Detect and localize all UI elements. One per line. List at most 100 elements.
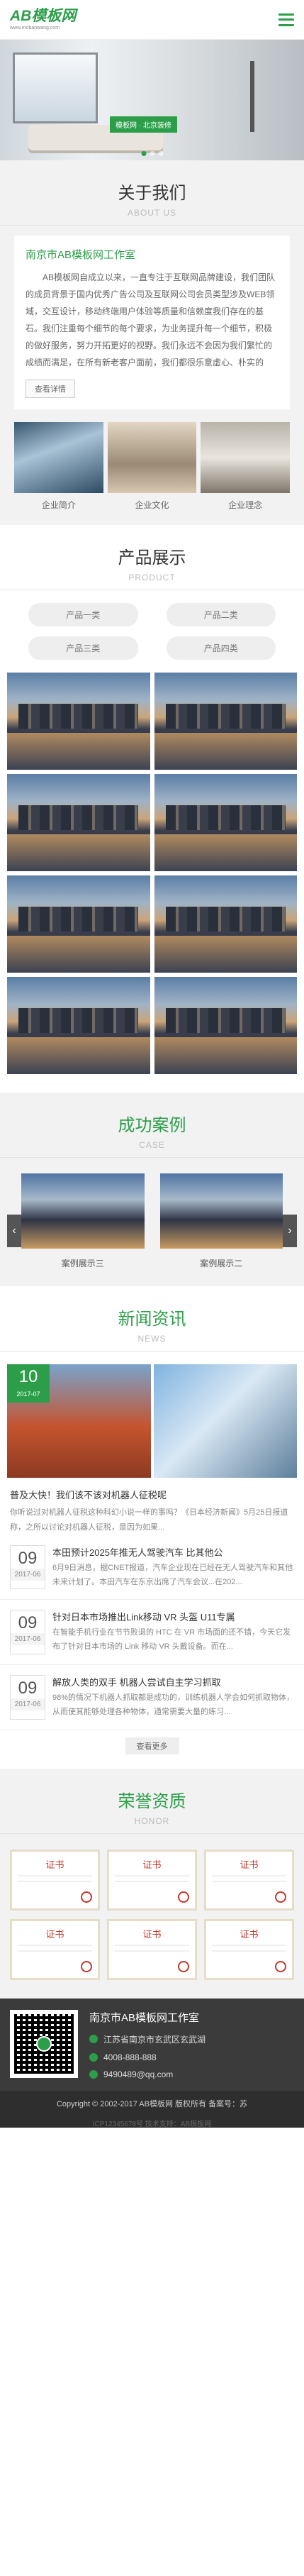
banner[interactable]: 模板网 · 北京装修 [0, 40, 304, 160]
case-item[interactable]: 案例展示二 [159, 1173, 283, 1269]
case-label: 案例展示三 [61, 1259, 104, 1268]
product-image[interactable] [7, 875, 150, 973]
certificate-image[interactable]: 证书 [10, 1918, 100, 1980]
news-month: 2017-06 [11, 1568, 45, 1581]
certificate-image[interactable]: 证书 [204, 1849, 294, 1911]
footer-email[interactable]: 9490489@qq.com [89, 2069, 294, 2079]
certificate-image[interactable]: 证书 [10, 1849, 100, 1911]
category-button[interactable]: 产品四类 [166, 636, 276, 660]
about-section: 关于我们 ABOUT US 南京市AB模板网工作室 AB模板网自成立以来，一直专… [0, 160, 304, 525]
about-subtitle: ABOUT US [127, 208, 177, 218]
menu-icon[interactable] [278, 13, 294, 26]
featured-news-image[interactable]: 10 2017-07 [7, 1364, 297, 1478]
more-news: 查看更多 [0, 1737, 304, 1754]
footer-info: 南京市AB模板网工作室 江苏省南京市玄武区玄武湖 4008-888-888 94… [89, 2010, 294, 2079]
news-heading: 新闻资讯 NEWS [0, 1286, 304, 1351]
seal-icon [275, 1891, 286, 1903]
news-date: 09 2017-06 [10, 1674, 45, 1720]
category-button[interactable]: 产品一类 [28, 603, 138, 626]
certificate-title: 证书 [240, 1928, 259, 1940]
about-card-intro[interactable]: 企业简介 [14, 422, 103, 511]
phone-icon [89, 2052, 98, 2062]
category-button[interactable]: 产品三类 [28, 636, 138, 660]
product-image[interactable] [7, 774, 150, 871]
news-item[interactable]: 09 2017-06 本田预计2025年推无人驾驶汽车 比其他公 6月9日消息，据C… [0, 1535, 304, 1601]
cases-heading: 成功案例 CASE [0, 1093, 304, 1158]
footer-address-text: 江苏省南京市玄武区玄武湖 [103, 2034, 206, 2045]
certificate-image[interactable]: 证书 [107, 1918, 197, 1980]
news-text: 在智能手机行业在节节败退的 HTC 在 VR 市场面的还不错，今天它发布了针对日… [52, 1628, 291, 1652]
seal-icon [81, 1960, 92, 1972]
logo-subtext: www.mobanwang.com [10, 26, 60, 31]
news-title: 针对日本市场推出Link移动 VR 头盔 U11专属 [52, 1612, 235, 1623]
certificate-image[interactable]: 证书 [107, 1849, 197, 1911]
cases-subtitle: CASE [139, 1140, 165, 1150]
about-text: AB模板网自成立以来，一直专注于互联网品牌建设，我们团队的成员背景于国内优秀广告… [26, 272, 276, 367]
footer-phone[interactable]: 4008-888-888 [89, 2052, 294, 2062]
certificate-image[interactable]: 证书 [204, 1918, 294, 1980]
about-card-culture[interactable]: 企业文化 [107, 422, 197, 511]
prev-arrow-icon[interactable]: ‹ [7, 1215, 21, 1247]
banner-dot[interactable] [150, 151, 154, 156]
products-subtitle: PRODUCT [128, 573, 176, 582]
news-month: 2017-06 [11, 1698, 45, 1710]
products-heading: 产品展示 PRODUCT [0, 525, 304, 590]
product-image[interactable] [154, 875, 297, 973]
qr-logo-icon [36, 2035, 52, 2052]
product-image[interactable] [154, 774, 297, 871]
case-carousel: ‹ 案例展示三 案例展示二 › [0, 1158, 304, 1269]
banner-window-image [13, 52, 98, 123]
more-news-button[interactable]: 查看更多 [125, 1737, 179, 1754]
product-image[interactable] [154, 673, 297, 770]
banner-dot[interactable] [141, 151, 146, 156]
product-image[interactable] [7, 977, 150, 1074]
news-text: 98%的情况下机器人抓取都是成功的，训练机器人学会如何抓取物体，从而使其能够处理… [52, 1693, 295, 1716]
about-title: 关于我们 [118, 184, 186, 203]
honor-section: 荣誉资质 HONOR 证书 证书 证书 证书 证书 证书 [0, 1768, 304, 1999]
cases-section: 成功案例 CASE ‹ 案例展示三 案例展示二 › [0, 1093, 304, 1286]
news-day: 09 [18, 1678, 38, 1698]
logo[interactable]: AB模板网 www.mobanwang.com [10, 9, 76, 31]
about-company: 南京市AB模板网工作室 [26, 249, 136, 261]
case-label: 案例展示二 [200, 1259, 243, 1268]
logo-text: AB模板网 [10, 8, 77, 24]
about-card-concept[interactable]: 企业理念 [201, 422, 291, 511]
news-date: 09 2017-06 [10, 1610, 45, 1654]
banner-dots [141, 151, 163, 156]
about-box: 南京市AB模板网工作室 AB模板网自成立以来，一直专注于互联网品牌建设，我们团队… [14, 236, 290, 409]
certificate-title: 证书 [142, 1859, 162, 1870]
next-arrow-icon[interactable]: › [283, 1215, 297, 1247]
news-item[interactable]: 09 2017-06 解放人类的双手 机器人尝试自主学习抓取 98%的情况下机器人抓… [0, 1665, 304, 1730]
footer-email-text: 9490489@qq.com [103, 2069, 174, 2079]
case-item[interactable]: 案例展示三 [21, 1173, 145, 1269]
banner-tag: 模板网 · 北京装修 [110, 116, 177, 133]
office-image [201, 422, 291, 493]
about-card-label: 企业简介 [41, 500, 76, 510]
news-title: 本田预计2025年推无人驾驶汽车 比其他公 [52, 1547, 223, 1558]
footer: 南京市AB模板网工作室 江苏省南京市玄武区玄武湖 4008-888-888 94… [0, 1998, 304, 2091]
divider [0, 225, 304, 226]
products-section: 产品展示 PRODUCT 产品一类 产品二类 产品三类 产品四类 [0, 525, 304, 1074]
seal-icon [178, 1891, 189, 1903]
news-item[interactable]: 09 2017-06 针对日本市场推出Link移动 VR 头盔 U11专属在智能手… [0, 1600, 304, 1665]
product-image[interactable] [7, 673, 150, 770]
header: AB模板网 www.mobanwang.com [0, 0, 304, 40]
category-grid: 产品一类 产品二类 产品三类 产品四类 [0, 590, 304, 673]
seal-icon [81, 1891, 92, 1903]
cases-title: 成功案例 [118, 1116, 186, 1135]
location-icon [89, 2035, 98, 2044]
certificate-grid: 证书 证书 证书 证书 证书 证书 [0, 1834, 304, 1980]
category-button[interactable]: 产品二类 [166, 603, 276, 626]
product-image[interactable] [154, 977, 297, 1074]
copyright-text: Copyright © 2002-2017 AB模板网 版权所有 备案号：苏 [56, 2099, 248, 2108]
news-day: 09 [18, 1548, 38, 1568]
news-date: 09 2017-06 [10, 1544, 45, 1590]
featured-image-right [153, 1364, 297, 1478]
copyright-bar: Copyright © 2002-2017 AB模板网 版权所有 备案号：苏 I… [0, 2090, 304, 2128]
case-image [21, 1173, 145, 1249]
certificate-title: 证书 [240, 1859, 259, 1870]
banner-dot[interactable] [158, 151, 163, 156]
about-card-label: 企业文化 [135, 500, 169, 510]
about-more-button[interactable]: 查看详情 [26, 380, 75, 398]
featured-news-title[interactable]: 普及大快！我们该不该对机器人征税呢 [0, 1478, 304, 1505]
